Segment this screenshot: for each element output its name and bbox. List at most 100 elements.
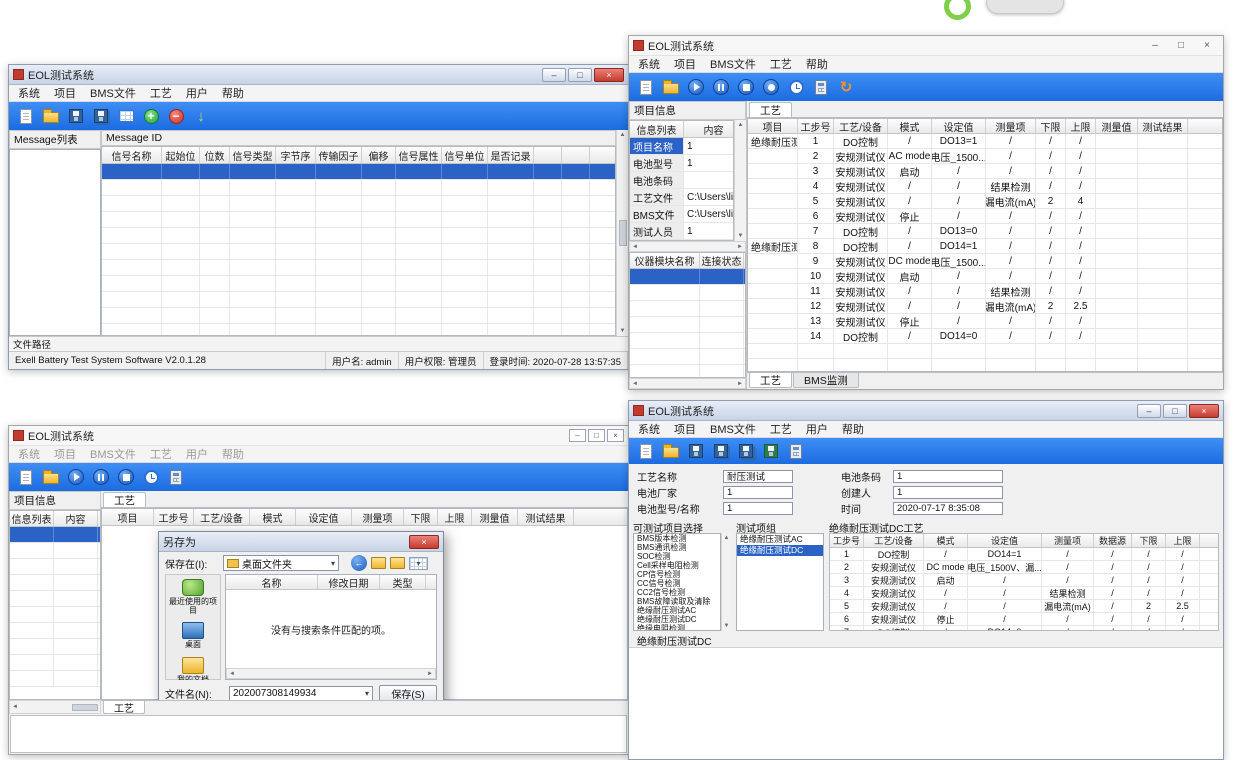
column-header[interactable]: 测量项 <box>352 509 404 525</box>
menu-item[interactable]: 工艺 <box>143 84 179 102</box>
titlebar[interactable]: EOL测试系统 <box>9 65 628 85</box>
save-button[interactable]: 保存(S) <box>379 685 437 701</box>
stop-button[interactable] <box>737 78 755 96</box>
column-header[interactable]: 仪器模块名称 <box>630 253 700 268</box>
minimize-button[interactable] <box>542 68 566 82</box>
column-header[interactable]: 工步号 <box>154 509 194 525</box>
menu-item[interactable]: 工艺 <box>763 55 799 73</box>
table-row[interactable]: 1DO控制/DO14=1//// <box>830 548 1218 561</box>
column-header[interactable]: 位数 <box>200 147 230 163</box>
column-header[interactable]: 设定值 <box>932 119 986 133</box>
column-header[interactable]: 信号属性 <box>396 147 442 163</box>
column-header[interactable]: 下限 <box>1132 534 1166 547</box>
table-row[interactable] <box>102 164 615 180</box>
project-info-table[interactable]: 信息列表内容 <box>9 510 101 700</box>
log-area[interactable] <box>629 647 1223 759</box>
vertical-scrollbar[interactable] <box>616 130 628 336</box>
list-item[interactable]: CP信号检测 <box>634 570 720 579</box>
menu-item[interactable]: BMS文件 <box>703 55 763 73</box>
column-header[interactable]: 是否记录 <box>488 147 534 163</box>
table-row[interactable]: 14DO控制/DO14=0/// <box>748 329 1222 344</box>
scroll-left-icon[interactable] <box>12 704 18 710</box>
maximize-button[interactable] <box>1163 404 1187 418</box>
table-row[interactable]: 4安规测试仪//结果检测/// <box>830 587 1218 600</box>
column-header[interactable]: 信号单位 <box>442 147 488 163</box>
open-folder-button[interactable] <box>662 78 680 96</box>
column-header[interactable]: 模式 <box>888 119 932 133</box>
new-folder-button[interactable] <box>390 557 405 569</box>
table-row[interactable]: 3安规测试仪启动///// <box>830 574 1218 587</box>
column-header[interactable]: 内容 <box>54 511 98 526</box>
calculator-button[interactable] <box>167 468 185 486</box>
table-row[interactable]: 6安规测试仪停止///// <box>830 613 1218 626</box>
minimize-button[interactable] <box>1137 404 1161 418</box>
scroll-thumb[interactable] <box>619 220 627 246</box>
pause-button[interactable] <box>92 468 110 486</box>
info-row[interactable]: 电池型号1 <box>630 155 733 172</box>
tab-process[interactable]: 工艺 <box>103 492 146 507</box>
scroll-left-icon[interactable] <box>632 381 638 387</box>
maximize-button[interactable] <box>568 68 592 82</box>
scroll-up-icon[interactable] <box>738 122 744 128</box>
table-row[interactable]: 11安规测试仪//结果检测// <box>748 284 1222 299</box>
column-header[interactable] <box>562 147 590 163</box>
instrument-module-table[interactable]: 仪器模块名称连接状态 <box>629 252 746 378</box>
grid-button[interactable] <box>117 107 135 125</box>
list-item[interactable]: 绝缘耐压测试DC <box>737 545 823 556</box>
column-header[interactable]: 项目 <box>102 509 154 525</box>
table-row[interactable]: 2安规测试仪DC mode电压_1500V、漏...//// <box>830 561 1218 574</box>
table-row[interactable] <box>10 527 100 543</box>
process-step-table[interactable]: 项目工步号工艺/设备模式设定值测量项下限上限测量值测试结果绝缘耐压测...1DO… <box>747 118 1223 372</box>
tab[interactable]: BMS监测 <box>793 373 859 388</box>
column-header[interactable]: 测试结果 <box>518 509 574 525</box>
clock-button[interactable] <box>142 468 160 486</box>
filename-input[interactable]: 202007308149934 <box>229 686 373 701</box>
menu-item[interactable]: 帮助 <box>835 420 871 438</box>
calculator-button[interactable] <box>812 78 830 96</box>
scroll-up-icon[interactable] <box>724 535 730 541</box>
list-item[interactable]: SOC检测 <box>634 552 720 561</box>
titlebar[interactable]: EOL测试系统 <box>9 426 628 446</box>
column-header[interactable]: 信号类型 <box>230 147 276 163</box>
menu-item[interactable]: 系统 <box>631 420 667 438</box>
maximize-button[interactable] <box>588 429 605 442</box>
new-file-button[interactable] <box>17 107 35 125</box>
table-row[interactable]: 10安规测试仪启动//// <box>748 269 1222 284</box>
table-row[interactable]: 7DO控制/DO14=0//// <box>830 626 1218 631</box>
message-list[interactable] <box>9 149 101 336</box>
dialog-titlebar[interactable]: 另存为 <box>159 532 443 552</box>
table-row[interactable] <box>630 269 745 285</box>
open-folder-button[interactable] <box>42 107 60 125</box>
close-button[interactable] <box>594 68 624 82</box>
download-button[interactable] <box>192 107 210 125</box>
info-row[interactable]: BMS文件C:\Users\lichangjiang\Desktop\ <box>630 206 733 223</box>
field-input[interactable]: 1 <box>723 502 793 515</box>
views-button[interactable] <box>409 557 428 570</box>
close-button[interactable] <box>1195 38 1219 54</box>
table-row[interactable]: 2安规测试仪AC mode电压_1500.../// <box>748 149 1222 164</box>
scroll-down-icon[interactable] <box>738 233 744 239</box>
menu-item[interactable]: 帮助 <box>215 84 251 102</box>
info-row[interactable]: 测试人员1 <box>630 223 733 240</box>
tab-process[interactable]: 工艺 <box>103 701 145 714</box>
new-file-button[interactable] <box>17 468 35 486</box>
save-all-button[interactable] <box>737 442 755 460</box>
list-item[interactable]: BMS通讯检测 <box>634 543 720 552</box>
menu-item[interactable]: 用户 <box>179 445 215 463</box>
export-button[interactable] <box>762 442 780 460</box>
column-header[interactable]: 偏移 <box>362 147 396 163</box>
save-as-button[interactable] <box>712 442 730 460</box>
info-row[interactable]: 项目名称1 <box>630 138 733 155</box>
new-file-button[interactable] <box>637 78 655 96</box>
titlebar[interactable]: EOL测试系统 <box>629 36 1223 56</box>
column-header[interactable]: 设定值 <box>296 509 352 525</box>
menu-item[interactable]: 工艺 <box>143 445 179 463</box>
close-button[interactable] <box>1189 404 1219 418</box>
scroll-left-icon[interactable] <box>632 244 638 250</box>
titlebar[interactable]: EOL测试系统 <box>629 401 1223 421</box>
play-button[interactable] <box>687 78 705 96</box>
table-row[interactable]: 3安规测试仪启动//// <box>748 164 1222 179</box>
column-header[interactable]: 设定值 <box>968 534 1042 547</box>
menu-item[interactable]: 帮助 <box>799 55 835 73</box>
list-item[interactable]: 绝缘耐压测试AC <box>634 606 720 615</box>
